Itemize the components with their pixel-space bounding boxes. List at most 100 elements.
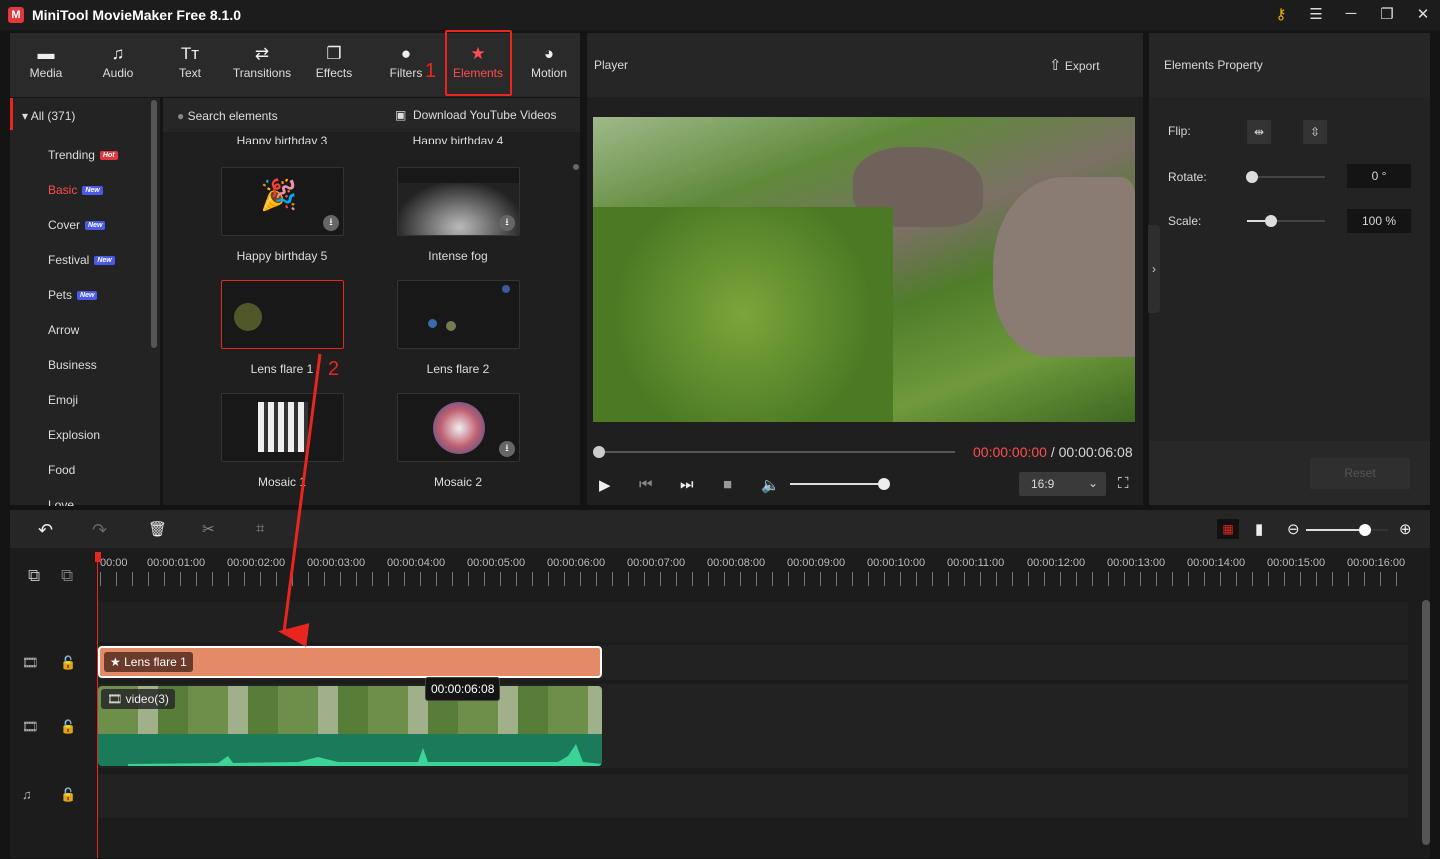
grid-scrollbar[interactable] xyxy=(573,164,579,170)
transition-icon: ⇄ xyxy=(254,44,270,63)
element-thumbnail[interactable]: ⭳ xyxy=(397,393,520,462)
reset-button[interactable]: Reset xyxy=(1310,458,1410,489)
delete-icon[interactable]: 🗑 xyxy=(148,520,167,538)
category-arrow[interactable]: Arrow xyxy=(48,323,79,337)
category-trending[interactable]: Trending Hot xyxy=(48,148,118,162)
zoom-in-icon[interactable]: ⊕ xyxy=(1399,520,1412,538)
category-emoji[interactable]: Emoji xyxy=(48,393,78,407)
scale-slider[interactable] xyxy=(1247,220,1325,222)
search-elements[interactable]: ● Search elements xyxy=(177,109,278,123)
category-love[interactable]: Love xyxy=(48,498,74,506)
tab-effects[interactable]: ❐ Effects xyxy=(299,44,369,80)
tab-label: Audio xyxy=(102,66,134,80)
lock-icon[interactable]: 🔓 xyxy=(60,655,76,671)
close-button[interactable]: ✕ xyxy=(1412,5,1434,25)
stop-icon[interactable]: ■ xyxy=(723,476,732,493)
playhead[interactable] xyxy=(97,552,98,858)
search-icon: ● xyxy=(177,109,185,123)
lock-icon[interactable]: 🔓 xyxy=(60,719,76,735)
zoom-handle[interactable] xyxy=(1359,524,1371,536)
element-item[interactable]: Happy birthday 3 xyxy=(207,134,357,144)
lock-icon[interactable]: 🔓 xyxy=(60,787,76,803)
category-festival[interactable]: Festival New xyxy=(48,253,115,267)
category-label: Emoji xyxy=(48,393,79,407)
tab-audio[interactable]: ♫ Audio xyxy=(83,44,153,80)
category-explosion[interactable]: Explosion xyxy=(48,428,100,442)
previous-frame-icon[interactable]: ⏮ xyxy=(639,476,653,493)
rotate-slider[interactable] xyxy=(1247,176,1325,178)
ruler-label: 00:00:14:00 xyxy=(1187,557,1246,569)
element-clip[interactable]: ★ Lens flare 1 xyxy=(98,646,602,678)
tab-label: Motion xyxy=(530,66,568,80)
tab-text[interactable]: Tт Text xyxy=(155,44,225,80)
download-icon[interactable]: ⭳ xyxy=(499,441,515,457)
collapse-panel-button[interactable]: › xyxy=(1148,225,1160,313)
play-icon[interactable]: ▶ xyxy=(599,476,611,494)
zoom-slider[interactable] xyxy=(1306,529,1388,531)
download-icon[interactable]: ⭳ xyxy=(323,215,339,231)
annotation-box xyxy=(445,30,512,96)
remove-track-icon[interactable]: ⧉ xyxy=(61,566,73,586)
key-icon[interactable]: ⚷ xyxy=(1270,5,1292,25)
element-thumbnail[interactable] xyxy=(221,280,344,349)
rotate-input[interactable]: 0 ° xyxy=(1347,164,1411,188)
video-clip[interactable]: 🎞 video(3) xyxy=(98,686,602,766)
volume-handle[interactable] xyxy=(878,478,890,490)
category-business[interactable]: Business xyxy=(48,358,97,372)
element-thumbnail[interactable] xyxy=(397,280,520,349)
player-progress-handle[interactable] xyxy=(593,446,605,458)
video-preview xyxy=(593,117,1135,422)
scale-handle[interactable] xyxy=(1265,215,1277,227)
ruler-label: 00:00:13:00 xyxy=(1107,557,1166,569)
player-progress-bar[interactable] xyxy=(599,451,955,453)
snap-icon[interactable]: ▦ xyxy=(1217,519,1239,539)
element-thumbnail[interactable]: 🎉 ⭳ xyxy=(221,167,344,236)
category-cover[interactable]: Cover New xyxy=(48,218,106,232)
timeline-scrollbar[interactable] xyxy=(1422,600,1430,845)
tab-transitions[interactable]: ⇄ Transitions xyxy=(227,44,297,80)
fullscreen-icon[interactable]: ⛶ xyxy=(1118,475,1129,492)
playhead-handle[interactable] xyxy=(95,552,101,562)
next-frame-icon[interactable]: ⏭ xyxy=(680,476,694,493)
category-basic[interactable]: Basic New xyxy=(48,183,103,197)
volume-icon[interactable]: 🔈 xyxy=(761,476,780,494)
category-food[interactable]: Food xyxy=(48,463,75,477)
fit-timeline-icon[interactable]: ▮ xyxy=(1255,520,1263,538)
category-label: Explosion xyxy=(48,428,101,442)
rotate-handle[interactable] xyxy=(1246,171,1258,183)
category-all[interactable]: ▾ All (371) xyxy=(22,109,75,123)
flip-label: Flip: xyxy=(1168,124,1191,138)
search-input[interactable]: Search elements xyxy=(188,109,278,123)
sidebar-scrollbar[interactable] xyxy=(151,100,157,348)
add-track-icon[interactable]: ⧉ xyxy=(28,566,40,586)
menu-icon[interactable]: ☰ xyxy=(1305,5,1327,25)
video-clip-tag: 🎞 video(3) xyxy=(101,689,175,709)
folder-icon: ▬ xyxy=(37,44,55,63)
minimize-button[interactable]: ─ xyxy=(1340,5,1362,25)
scale-input[interactable]: 100 % xyxy=(1347,209,1411,233)
download-youtube-button[interactable]: ▣ Download YouTube Videos xyxy=(395,108,556,122)
flip-horizontal-icon[interactable]: ⇹ xyxy=(1247,120,1271,144)
download-icon[interactable]: ⭳ xyxy=(499,215,515,231)
volume-slider[interactable] xyxy=(790,483,885,485)
maximize-button[interactable]: ❐ xyxy=(1376,5,1398,25)
export-button[interactable]: ⇧ Export xyxy=(1049,56,1100,74)
element-thumbnail[interactable]: ⭳ xyxy=(397,167,520,236)
zoom-out-icon[interactable]: ⊖ xyxy=(1287,520,1300,538)
element-item[interactable]: Happy birthday 4 xyxy=(383,134,533,144)
redo-icon[interactable]: ↷ xyxy=(92,520,107,541)
tab-label: Filters xyxy=(389,66,423,80)
flip-vertical-icon[interactable]: ⇳ xyxy=(1303,120,1327,144)
split-icon[interactable]: ✂ xyxy=(202,520,215,538)
undo-icon[interactable]: ↶ xyxy=(38,520,53,541)
tab-media[interactable]: ▬ Media xyxy=(11,44,81,80)
crop-icon[interactable]: ⌗ xyxy=(256,520,264,537)
audio-waveform xyxy=(98,734,602,766)
category-label: Basic xyxy=(48,183,78,197)
ruler-label: 00:00:06:00 xyxy=(547,557,606,569)
aspect-ratio-select[interactable]: 16:9 ⌄ xyxy=(1019,472,1106,496)
tab-motion[interactable]: ◕ Motion xyxy=(514,44,584,80)
element-clip-label: Lens flare 1 xyxy=(124,655,187,669)
category-pets[interactable]: Pets New xyxy=(48,288,98,302)
element-thumbnail[interactable] xyxy=(221,393,344,462)
